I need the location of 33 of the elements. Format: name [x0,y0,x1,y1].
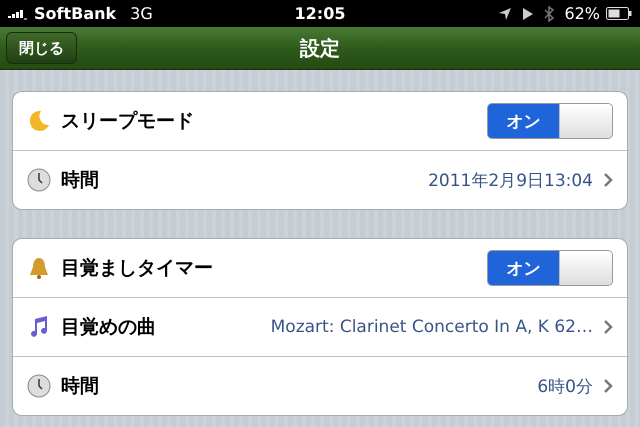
network-type: 3G [130,4,153,23]
row-label: スリープモード [61,109,194,134]
row-label: 時間 [61,168,99,193]
settings-row[interactable]: 時間 2011年2月9日13:04 [13,150,627,209]
row-label: 目覚ましタイマー [61,256,213,281]
row-label: 目覚めの曲 [61,315,156,340]
row-value: 2011年2月9日13:04 [428,170,593,192]
chevron-icon [603,173,613,187]
status-time: 12:05 [294,4,346,23]
clock-icon [27,374,51,398]
settings-row[interactable]: 目覚ましタイマー オン [13,239,627,297]
nav-title: 設定 [300,34,340,62]
chevron-icon [603,379,613,393]
toggle-switch[interactable]: オン [487,250,613,286]
bluetooth-icon [544,6,554,22]
play-icon [522,6,534,20]
carrier-name: SoftBank [34,4,116,23]
clock-icon [27,168,51,192]
settings-row[interactable]: 時間 6時0分 [13,356,627,415]
signal-icon [8,8,30,20]
close-button[interactable]: 閉じる [6,32,77,64]
location-icon [498,6,512,20]
settings-row[interactable]: 目覚めの曲 Mozart: Clarinet Concerto In A, K 62… [13,297,627,356]
bell-icon [27,256,51,280]
battery-percent: 62% [564,4,600,23]
settings-row[interactable]: スリープモード オン [13,92,627,150]
toggle-switch[interactable]: オン [487,103,613,139]
row-label: 時間 [61,374,99,399]
row-value: 6時0分 [537,376,593,398]
moon-icon [27,109,51,133]
battery-icon [606,7,632,20]
chevron-icon [603,320,613,334]
row-value: Mozart: Clarinet Concerto In A, K 62… [270,317,593,337]
